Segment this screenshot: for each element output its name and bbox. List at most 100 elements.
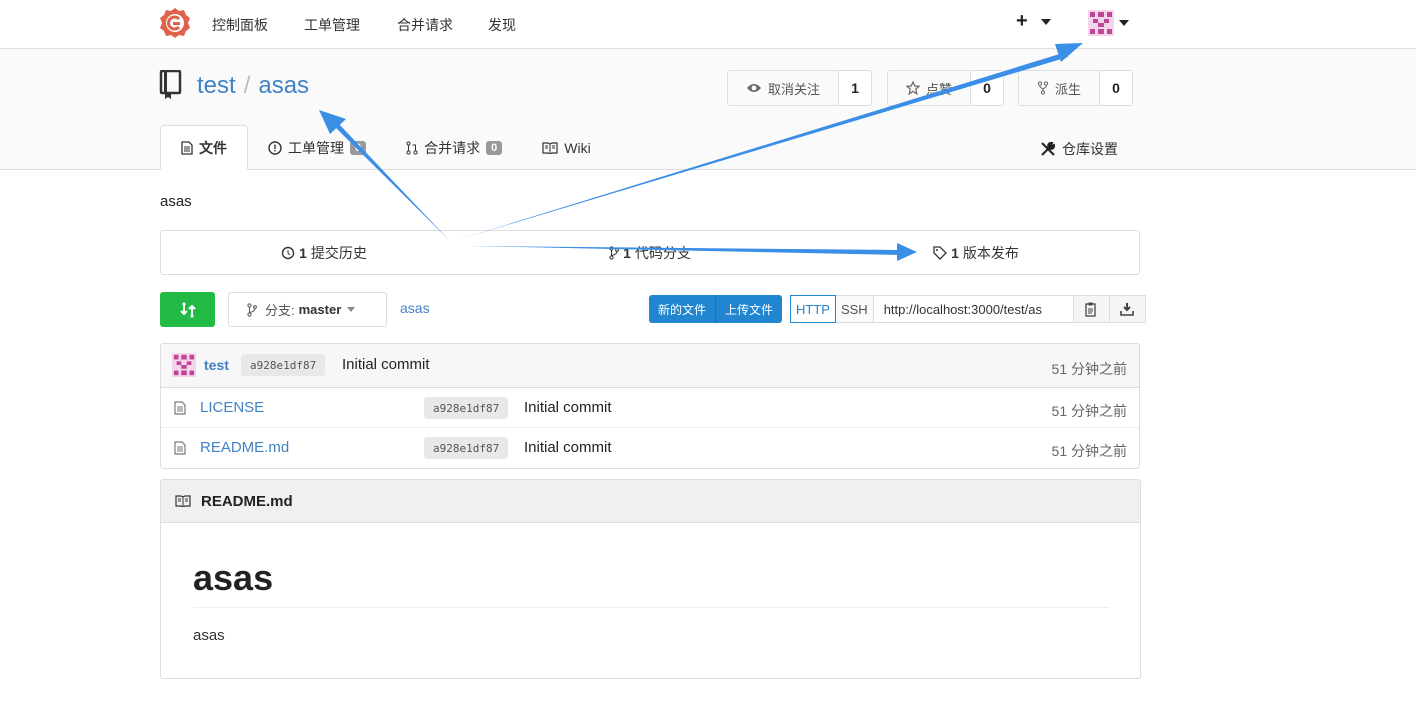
fork-button-group[interactable]: 派生 0	[1018, 70, 1134, 106]
branches-count: 1	[623, 244, 631, 261]
nav-dashboard[interactable]: 控制面板	[212, 15, 268, 35]
clone-panel: HTTP SSH http://localhost:3000/test/as	[790, 295, 1146, 323]
file-icon	[174, 401, 186, 415]
new-file-button[interactable]: 新的文件	[649, 295, 716, 323]
repo-owner-link[interactable]: test	[197, 72, 236, 99]
commit-author-link[interactable]: test	[204, 357, 229, 373]
unwatch-button[interactable]: 取消关注	[728, 71, 840, 105]
tools-icon	[1041, 141, 1056, 156]
fork-count[interactable]: 0	[1100, 71, 1132, 105]
star-count[interactable]: 0	[971, 71, 1003, 105]
readme-header: README.md	[161, 480, 1140, 523]
repo-name-link[interactable]: asas	[258, 72, 309, 99]
tab-wiki[interactable]: Wiki	[522, 125, 610, 170]
repo-icon	[159, 70, 182, 99]
nav-explore[interactable]: 发现	[488, 15, 516, 35]
plus-icon: +	[1016, 10, 1028, 32]
file-actions: 新的文件 上传文件	[649, 295, 783, 323]
tab-files[interactable]: 文件	[160, 125, 248, 170]
compare-button[interactable]	[160, 292, 215, 327]
file-name-link[interactable]: README.md	[200, 439, 289, 456]
star-icon	[906, 81, 920, 95]
commit-time: 51 分钟之前	[1051, 361, 1127, 377]
releases-stat[interactable]: 1 版本发布	[813, 243, 1139, 263]
sync-icon	[179, 301, 196, 318]
author-avatar[interactable]	[172, 353, 196, 377]
tab-pulls[interactable]: 合并请求 0	[386, 125, 522, 170]
file-commit-time: 51 分钟之前	[1051, 403, 1127, 419]
repo-settings-label: 仓库设置	[1062, 141, 1118, 157]
tag-icon	[933, 245, 948, 260]
copy-icon	[1085, 302, 1096, 317]
commits-stat[interactable]: 1 提交历史	[161, 243, 487, 263]
top-navbar: 控制面板 工单管理 合并请求 发现 +	[0, 0, 1416, 49]
branch-prefix: 分支:	[265, 303, 295, 318]
pull-request-icon	[406, 140, 418, 155]
tab-repo-settings[interactable]: 仓库设置	[1040, 139, 1118, 159]
tab-files-label: 文件	[199, 139, 227, 156]
caret-down-icon	[347, 307, 356, 312]
download-icon	[1120, 303, 1134, 316]
releases-count: 1	[951, 244, 959, 261]
file-commit-sha[interactable]: a928e1df87	[424, 437, 509, 459]
upload-file-button[interactable]: 上传文件	[715, 295, 783, 323]
commits-label: 提交历史	[310, 244, 367, 261]
star-button[interactable]: 点赞	[888, 71, 972, 105]
tab-wiki-label: Wiki	[564, 139, 591, 156]
branches-stat[interactable]: 1 代码分支	[487, 243, 813, 263]
repo-description: asas	[160, 193, 192, 210]
readme-heading: asas	[193, 557, 1109, 608]
branch-icon	[247, 302, 257, 317]
file-table: test a928e1df87 Initial commit 51 分钟之前 L…	[160, 343, 1140, 469]
avatar-caret-icon[interactable]	[1119, 20, 1129, 26]
file-commit-message[interactable]: Initial commit	[524, 439, 612, 456]
fork-label: 派生	[1055, 81, 1082, 97]
branch-dropdown[interactable]: 分支: master	[228, 292, 387, 327]
file-row[interactable]: LICENSE a928e1df87 Initial commit 51 分钟之…	[161, 388, 1139, 428]
pulls-count-badge: 0	[486, 140, 503, 155]
download-button[interactable]	[1109, 295, 1146, 323]
http-clone-button[interactable]: HTTP	[790, 295, 836, 323]
releases-label: 版本发布	[962, 244, 1019, 261]
star-button-group[interactable]: 点赞 0	[887, 70, 1005, 106]
branches-label: 代码分支	[634, 244, 691, 261]
file-icon	[174, 441, 186, 455]
latest-commit-row: test a928e1df87 Initial commit 51 分钟之前	[161, 344, 1139, 388]
file-commit-message[interactable]: Initial commit	[524, 399, 612, 416]
path-breadcrumb[interactable]: asas	[400, 300, 430, 316]
issues-count-badge: 0	[350, 140, 367, 155]
book-icon	[175, 495, 191, 507]
readme-body: asas	[193, 627, 225, 644]
file-commit-time: 51 分钟之前	[1051, 443, 1127, 459]
readme-filename: README.md	[201, 492, 293, 510]
watch-button-group[interactable]: 取消关注 1	[727, 70, 873, 106]
branch-name: master	[298, 302, 342, 317]
history-icon	[281, 246, 295, 259]
nav-issues[interactable]: 工单管理	[304, 15, 360, 35]
repo-stats-bar: 1 提交历史 1 代码分支 1 版本发布	[160, 230, 1140, 275]
caret-down-icon	[1041, 18, 1052, 25]
nav-pulls[interactable]: 合并请求	[397, 15, 453, 35]
create-new-button[interactable]: +	[1016, 10, 1052, 33]
branch-icon	[609, 245, 619, 260]
user-avatar[interactable]	[1088, 10, 1114, 36]
watch-label: 取消关注	[768, 81, 821, 97]
file-row[interactable]: README.md a928e1df87 Initial commit 51 分…	[161, 428, 1139, 468]
watch-count[interactable]: 1	[839, 71, 871, 105]
star-label: 点赞	[926, 81, 953, 97]
copy-url-button[interactable]	[1073, 295, 1110, 323]
commit-sha-button[interactable]: a928e1df87	[241, 354, 326, 376]
gitea-logo-icon[interactable]	[159, 7, 191, 39]
ssh-clone-button[interactable]: SSH	[835, 295, 874, 323]
repo-separator: /	[243, 72, 251, 99]
repo-title: test / asas	[197, 72, 309, 100]
file-commit-sha[interactable]: a928e1df87	[424, 397, 509, 419]
readme-panel: README.md asas asas	[160, 479, 1141, 679]
fork-button[interactable]: 派生	[1019, 71, 1101, 105]
file-icon	[181, 140, 193, 155]
commit-message: Initial commit	[342, 356, 430, 373]
clone-url-input[interactable]: http://localhost:3000/test/as	[873, 295, 1074, 323]
file-name-link[interactable]: LICENSE	[200, 399, 264, 416]
tab-issues[interactable]: 工单管理 0	[248, 125, 386, 170]
issue-icon	[268, 140, 282, 155]
